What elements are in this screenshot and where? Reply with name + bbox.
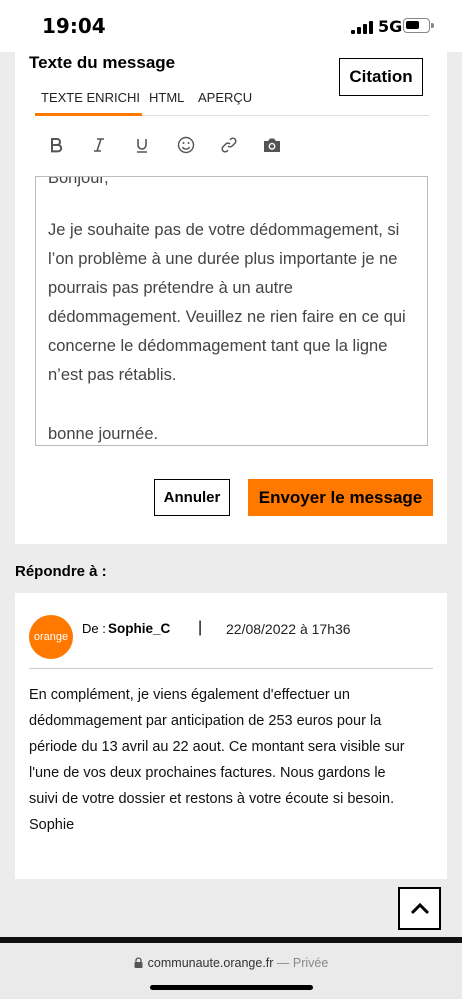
private-mode-label: — Privée xyxy=(276,956,329,970)
message-body-textarea[interactable]: Bonjour, Je je souhaite pas de votre déd… xyxy=(35,176,428,446)
url-domain: communaute.orange.fr xyxy=(147,956,274,970)
avatar-logo-text: orange xyxy=(33,631,69,643)
italic-icon[interactable] xyxy=(88,134,110,156)
body-line: l’on problème à une durée plus important… xyxy=(48,250,398,268)
avatar: orange xyxy=(29,615,73,659)
body-line: dédommagement. Veuillez ne rien faire en… xyxy=(48,308,406,326)
message-line: l'une de vos deux prochaines factures. N… xyxy=(29,765,386,781)
underline-icon[interactable] xyxy=(131,134,153,156)
tab-rich-text[interactable]: TEXTE ENRICHI xyxy=(41,90,140,112)
status-time: 19:04 xyxy=(42,14,106,38)
citation-button[interactable]: Citation xyxy=(339,58,423,96)
body-line: bonne journée. xyxy=(48,425,159,443)
message-line: suivi de votre dossier et restons à votr… xyxy=(29,791,395,807)
body-line: n’est pas rétablis. xyxy=(48,366,177,384)
message-date: 22/08/2022 à 17h36 xyxy=(226,621,351,637)
message-divider xyxy=(29,668,433,669)
body-line: Bonjour, xyxy=(48,176,109,187)
link-icon[interactable] xyxy=(218,134,240,156)
message-editor: Texte du message Citation TEXTE ENRICHI … xyxy=(15,52,447,544)
meta-separator: | xyxy=(198,619,203,636)
status-bar: 19:04 5G xyxy=(0,0,462,52)
body-line: concerne le dédommagement tant que la li… xyxy=(48,337,388,355)
reply-heading: Répondre à : xyxy=(15,563,107,580)
body-line: Je je souhaite pas de votre dédommagemen… xyxy=(48,221,400,239)
author-name[interactable]: Sophie_C xyxy=(108,621,170,636)
message-line: En complément, je viens également d'effe… xyxy=(29,687,350,703)
signal-icon xyxy=(351,20,373,34)
camera-icon[interactable] xyxy=(261,134,283,156)
tab-html[interactable]: HTML xyxy=(149,90,184,105)
scroll-to-top-button[interactable] xyxy=(398,887,441,930)
network-type: 5G xyxy=(378,17,403,36)
quoted-message: orange De : Sophie_C | 22/08/2022 à 17h3… xyxy=(15,593,447,879)
message-line: Sophie xyxy=(29,817,75,833)
lock-icon xyxy=(134,957,143,971)
home-indicator xyxy=(150,985,313,990)
bold-icon[interactable] xyxy=(45,134,67,156)
message-line: période du 13 avril au 22 aout. Ce monta… xyxy=(29,739,405,755)
message-line: dédommagement par anticipation de 253 eu… xyxy=(29,713,382,729)
editor-title: Texte du message xyxy=(29,53,176,72)
cancel-button[interactable]: Annuler xyxy=(154,479,230,516)
send-message-button[interactable]: Envoyer le message xyxy=(248,479,433,516)
body-line: pourrais pas prétendre à un autre xyxy=(48,279,293,297)
browser-url-bar[interactable]: communaute.orange.fr — Privée xyxy=(0,943,462,999)
author-prefix: De : xyxy=(82,621,106,636)
chevron-up-icon xyxy=(410,902,429,915)
url-text: communaute.orange.fr — Privée xyxy=(0,956,462,971)
active-tab-indicator xyxy=(35,113,142,116)
tab-preview[interactable]: APERÇU xyxy=(198,90,252,105)
emoji-icon[interactable] xyxy=(175,134,197,156)
battery-icon xyxy=(403,18,434,33)
